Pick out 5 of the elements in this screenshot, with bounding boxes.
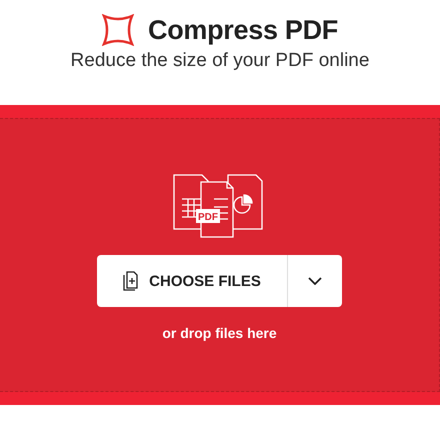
page-title: Compress PDF xyxy=(148,14,338,46)
drop-hint: or drop files here xyxy=(162,325,277,341)
pdf-label: PDF xyxy=(198,212,218,223)
drop-area[interactable]: PDF CHOOSE FILES or drop files here xyxy=(0,118,440,392)
page-subtitle: Reduce the size of your PDF online xyxy=(70,50,370,72)
